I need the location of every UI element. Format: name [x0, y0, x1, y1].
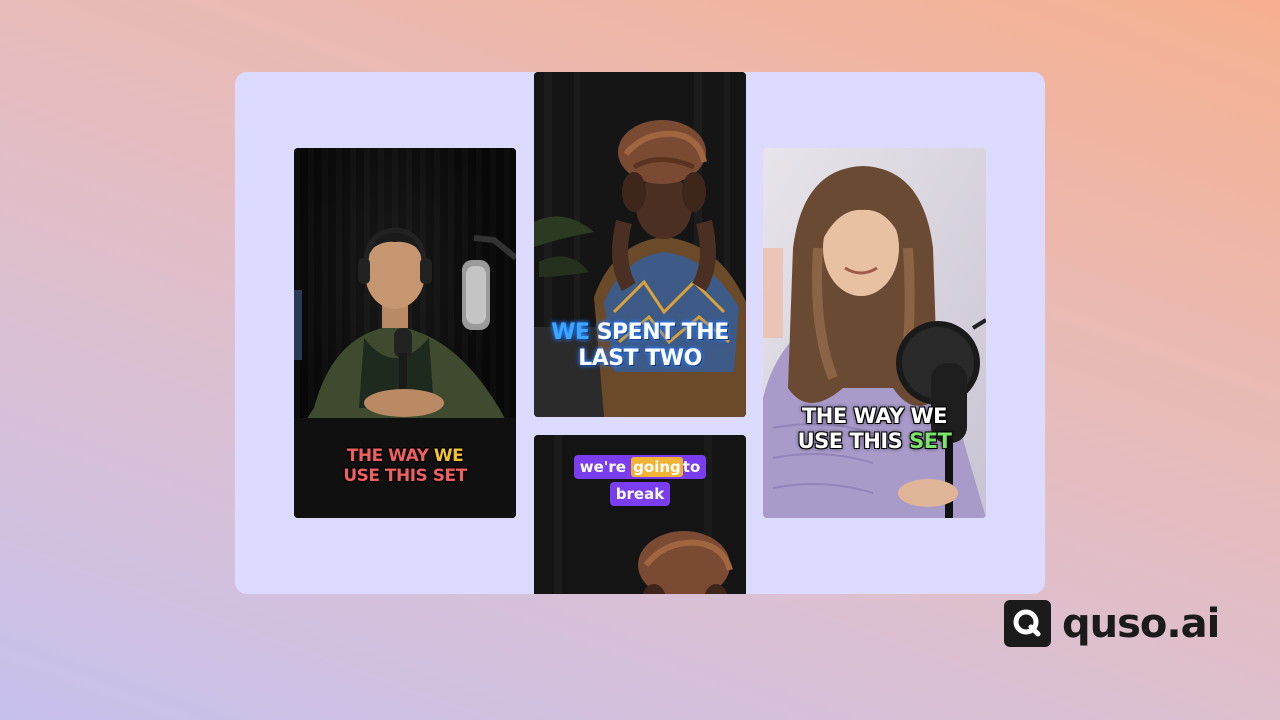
- caption-line-1: WE SPENT THE: [534, 320, 746, 346]
- clip-1-caption: THE WAY WE USE THIS SET: [294, 446, 516, 487]
- caption-highlight-word: SET: [909, 429, 952, 454]
- caption-word: SPENT THE: [589, 320, 730, 345]
- video-clip-1[interactable]: THE WAY WE USE THIS SET: [294, 148, 516, 518]
- caption-word: USE THIS: [797, 429, 910, 454]
- brand-logo[interactable]: quso.ai: [1004, 600, 1220, 647]
- caption-line-1: THE WAY WE: [294, 446, 516, 466]
- clip-3-caption: we're going to break: [534, 455, 746, 509]
- caption-highlight-word: WE: [433, 446, 464, 466]
- caption-word: we're: [579, 458, 626, 476]
- caption-pill-2: break: [609, 482, 671, 506]
- caption-line-1: THE WAY WE: [801, 404, 948, 428]
- quso-logo-icon: [1004, 600, 1051, 647]
- caption-line-2: LAST TWO: [578, 346, 702, 372]
- video-clip-3[interactable]: we're going to break: [534, 435, 746, 594]
- caption-word: to: [682, 458, 701, 476]
- caption-line-2: USE THIS SET: [763, 429, 986, 454]
- video-clips-panel: THE WAY WE USE THIS SET WE SPENT THE LAS…: [235, 72, 1045, 594]
- video-clip-2[interactable]: WE SPENT THE LAST TWO: [534, 72, 746, 417]
- clip-2-caption: WE SPENT THE LAST TWO: [534, 320, 746, 373]
- caption-line-2: USE THIS SET: [343, 466, 467, 487]
- podcaster-woman-illustration: [763, 148, 986, 518]
- brand-name: quso.ai: [1062, 600, 1220, 647]
- clip-4-caption: THE WAY WE USE THIS SET: [763, 404, 986, 454]
- caption-highlight-word: WE: [551, 320, 590, 345]
- caption-pill-1: we're going to: [573, 455, 707, 479]
- video-clip-4[interactable]: THE WAY WE USE THIS SET: [763, 148, 986, 518]
- caption-word: THE WAY: [346, 446, 434, 466]
- caption-highlight-word: going: [631, 457, 683, 477]
